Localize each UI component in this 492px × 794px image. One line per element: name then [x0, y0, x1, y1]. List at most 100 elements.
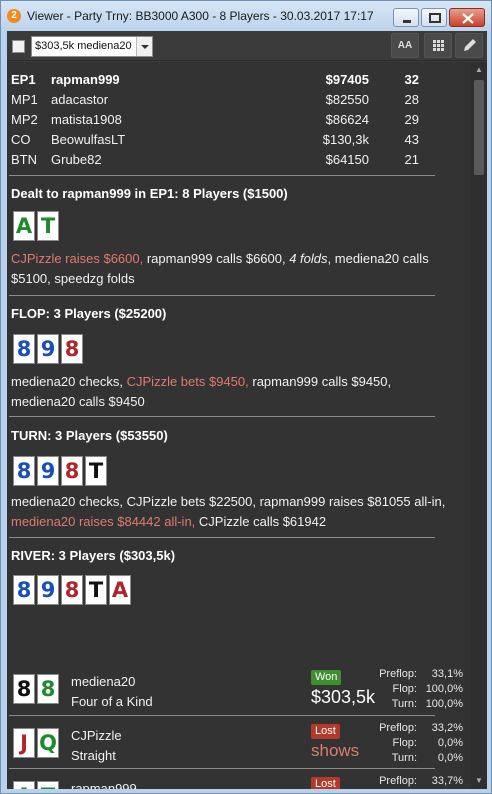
player-bb: 28 [404, 92, 419, 107]
result-hand-rank: Straight [71, 748, 116, 763]
hand-history-panel[interactable]: EP1 rapman999 $97405 32 MP1 adacastor $82550 28… [7, 62, 471, 789]
preflop-title: Dealt to rapman999 in EP1: 8 Players ($1… [11, 186, 288, 201]
equity-value: 33,2% [431, 722, 463, 734]
divider [9, 768, 435, 769]
equity-label: Flop: [392, 683, 417, 695]
equity-value: 100,0% [425, 698, 463, 710]
action-fragment: mediena20 raises $84442 all-in, [11, 514, 196, 529]
player-stack: $86624 [325, 112, 369, 127]
equity-label: Preflop: [379, 722, 417, 734]
action-fragment: mediena20 checks, CJPizzle bets $22500, … [11, 494, 446, 509]
scroll-thumb[interactable] [474, 80, 484, 175]
playing-card: T [85, 456, 107, 486]
select-checkbox[interactable] [12, 40, 25, 53]
playing-card: 9 [37, 334, 59, 364]
result-badge: Lost [311, 724, 340, 739]
player-position: BTN [11, 152, 37, 167]
font-size-button[interactable]: AA [391, 33, 419, 58]
maximize-button[interactable] [421, 8, 447, 27]
player-name: rapman999 [51, 72, 120, 87]
playing-card: 8 [13, 575, 35, 605]
maximize-icon [429, 13, 441, 23]
edit-button[interactable] [455, 33, 483, 58]
player-bb: 32 [404, 72, 419, 87]
equity-value: 33,1% [431, 668, 463, 680]
viewer-window: 2 Viewer - Party Trny: BB3000 A300 - 8 P… [0, 0, 492, 794]
result-row[interactable]: 8 8 mediena20 Four of a Kind Won $303,5k Prefl… [7, 663, 467, 715]
result-row[interactable]: ATrapman999Two PairLostshowsPreflop:33,7… [7, 770, 467, 789]
player-stack: $97405 [325, 72, 369, 87]
player-bb: 21 [404, 152, 419, 167]
playing-card: 8 [13, 456, 35, 486]
playing-card: 8 [61, 456, 83, 486]
turn-title: TURN: 3 Players ($53550) [11, 428, 168, 443]
playing-card: A [13, 211, 35, 241]
player-row[interactable]: EP1 rapman999 $97405 32 [11, 70, 431, 90]
scrollbar[interactable]: ▲ ▼ [471, 62, 487, 789]
playing-card: A [13, 781, 35, 789]
divider [9, 175, 435, 176]
pencil-icon [464, 39, 476, 51]
divider [9, 537, 435, 538]
result-badge: Lost [311, 777, 340, 789]
player-position: CO [11, 132, 31, 147]
action-fragment: 4 folds [289, 251, 328, 266]
result-player-name: CJPizzle [71, 728, 122, 743]
equity-label: Preflop: [379, 775, 417, 787]
player-bb: 43 [404, 132, 419, 147]
close-button[interactable] [449, 8, 485, 27]
minimize-icon [403, 20, 411, 23]
equity-value: 100,0% [425, 683, 463, 695]
grid-button[interactable] [424, 33, 452, 58]
playing-card: 8 [37, 674, 59, 704]
divider [9, 295, 435, 296]
player-stack: $64150 [325, 152, 369, 167]
player-bb: 29 [404, 112, 419, 127]
player-row[interactable]: BTN Grube82 $64150 21 [11, 150, 431, 170]
player-position: MP2 [11, 112, 38, 127]
scroll-up-button[interactable]: ▲ [471, 62, 487, 78]
grid-icon [433, 40, 444, 51]
player-position: EP1 [11, 72, 36, 87]
chevron-down-icon [141, 45, 149, 49]
action-fragment: CJPizzle bets $9450, [126, 374, 249, 389]
divider [9, 416, 435, 417]
result-amount: $303,5k [311, 687, 376, 707]
flop-title: FLOP: 3 Players ($25200) [11, 306, 167, 321]
scroll-down-button[interactable]: ▼ [471, 773, 487, 789]
player-list: EP1 rapman999 $97405 32 MP1 adacastor $82550 28… [11, 70, 431, 170]
result-hand-rank: Four of a Kind [71, 694, 153, 709]
toolbar: $303,5k mediena20 AA [7, 31, 487, 61]
playing-card: 9 [37, 456, 59, 486]
player-name: Grube82 [51, 152, 102, 167]
player-dropdown[interactable]: $303,5k mediena20 [31, 36, 153, 57]
player-row[interactable]: MP2 matista1908 $86624 29 [11, 110, 431, 130]
action-fragment: rapman999 calls $6600, [143, 251, 290, 266]
action-fragment: mediena20 checks, [11, 374, 127, 389]
player-name: matista1908 [51, 112, 122, 127]
preflop-action: CJPizzle raises $6600, rapman999 calls $… [11, 249, 451, 289]
equity-label: Turn: [391, 698, 417, 710]
playing-card: 8 [61, 334, 83, 364]
player-row[interactable]: MP1 adacastor $82550 28 [11, 90, 431, 110]
app-logo-icon: 2 [7, 9, 21, 23]
result-player-name: mediena20 [71, 674, 136, 689]
playing-card: 9 [37, 575, 59, 605]
equity-label: Turn: [391, 752, 417, 764]
dropdown-arrow[interactable] [136, 37, 152, 56]
client-area: $303,5k mediena20 AA EP1 rapman999 $9740… [7, 31, 487, 789]
playing-card: 8 [13, 334, 35, 364]
player-row[interactable]: CO BeowulfasLT $130,3k 43 [11, 130, 431, 150]
title-bar[interactable]: 2 Viewer - Party Trny: BB3000 A300 - 8 P… [1, 1, 491, 31]
result-player-name: rapman999 [71, 781, 137, 789]
result-row[interactable]: J Q CJPizzle Straight Lost shows Preflop: 33,2%… [7, 717, 467, 769]
minimize-button[interactable] [393, 8, 419, 27]
player-position: MP1 [11, 92, 38, 107]
flop-action: mediena20 checks, CJPizzle bets $9450, r… [11, 372, 451, 412]
equity-value: 33,7% [431, 775, 463, 787]
result-amount: shows [311, 741, 360, 760]
player-stack: $82550 [325, 92, 369, 107]
player-name: BeowulfasLT [51, 132, 126, 147]
playing-card: A [109, 575, 131, 605]
equity-value: 0,0% [437, 752, 463, 764]
